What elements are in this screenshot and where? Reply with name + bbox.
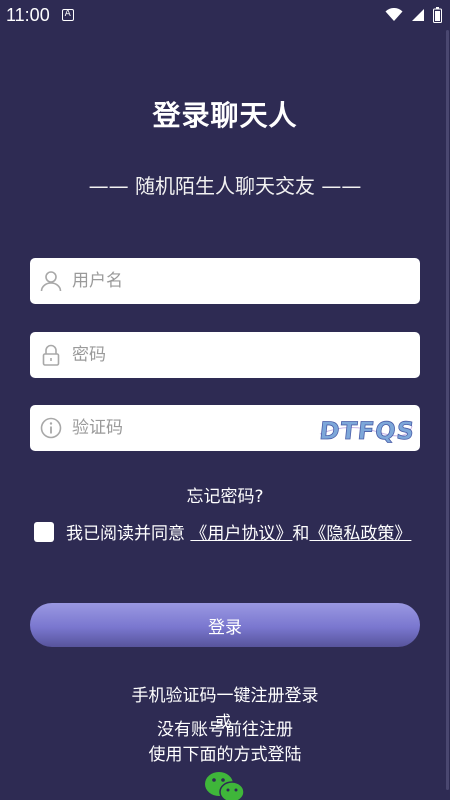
battery-icon xyxy=(433,7,442,23)
captcha-text: DTFQS xyxy=(318,417,414,445)
status-time: 11:00 xyxy=(6,4,50,25)
user-agreement-link[interactable]: 《用户协议》 xyxy=(190,524,292,544)
forgot-password-link[interactable]: 忘记密码? xyxy=(0,482,450,507)
status-bar: 11:00 A xyxy=(0,0,450,30)
wechat-login-button[interactable] xyxy=(204,770,246,800)
lock-icon xyxy=(40,344,62,366)
status-icons xyxy=(385,7,442,23)
username-input[interactable] xyxy=(72,258,420,304)
password-input[interactable] xyxy=(72,332,420,378)
scrollbar[interactable] xyxy=(446,30,449,790)
wifi-icon xyxy=(385,8,403,21)
info-icon xyxy=(40,417,62,439)
wechat-icon xyxy=(205,772,245,800)
user-icon xyxy=(40,270,62,292)
password-field-container[interactable] xyxy=(30,332,420,378)
captcha-input[interactable] xyxy=(72,405,318,451)
login-button[interactable]: 登录 xyxy=(30,603,420,647)
agreement-and: 和 xyxy=(292,524,310,544)
notification-icon: A xyxy=(61,9,74,21)
captcha-field-container[interactable]: DTFQS xyxy=(30,405,420,451)
agreement-prefix: 我已阅读并同意 xyxy=(66,524,191,544)
page-subtitle: —— 随机陌生人聊天交友 —— xyxy=(88,174,362,198)
other-login-text: 使用下面的方式登陆 xyxy=(148,745,302,765)
page-title: 登录聊天人 xyxy=(152,99,298,132)
signal-icon xyxy=(412,9,424,21)
captcha-image[interactable]: DTFQS xyxy=(318,408,414,448)
privacy-policy-link[interactable]: 《隐私政策》 xyxy=(309,524,411,544)
username-field-container[interactable] xyxy=(30,258,420,304)
agreement-row: 我已阅读并同意 《用户协议》和《隐私政策》 xyxy=(30,519,422,549)
register-link[interactable]: 没有账号前往注册 xyxy=(0,715,450,740)
captcha-graphic: DTFQS xyxy=(318,417,414,446)
sms-login-link[interactable]: 手机验证码一键注册登录 xyxy=(0,681,450,706)
agreement-checkbox[interactable] xyxy=(34,522,54,542)
